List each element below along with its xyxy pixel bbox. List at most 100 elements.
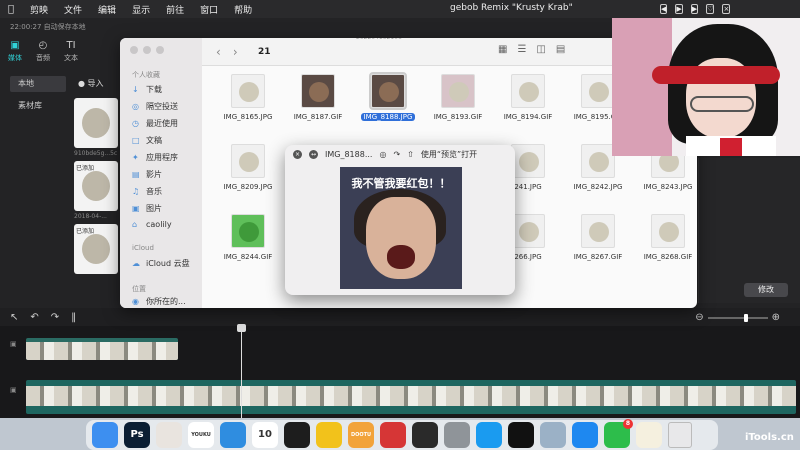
trash-icon[interactable]	[668, 422, 692, 448]
modify-button[interactable]: 修改	[744, 283, 788, 297]
dislike-icon[interactable]: ×	[722, 4, 731, 14]
menu-app[interactable]: 剪映	[30, 3, 48, 16]
watermark: iTools.cn	[745, 432, 794, 443]
split-icon[interactable]: ‖	[71, 312, 76, 323]
sidebar-item-label: 下载	[146, 85, 162, 94]
photoshop-icon[interactable]: Ps	[124, 422, 150, 448]
facetime-icon[interactable]: 8	[604, 419, 633, 448]
media-thumb-caption: 2018-04-...	[74, 213, 107, 220]
share-icon[interactable]: ⇧	[407, 150, 414, 159]
fullscreen-icon[interactable]: ↔	[309, 149, 318, 159]
gallery-view-icon[interactable]: ▤	[556, 44, 565, 55]
menu-bar:  剪映 文件 编辑 显示 前往 窗口 帮助 gebob Remix "Krus…	[0, 0, 800, 18]
minimize-button[interactable]	[143, 46, 151, 54]
sidebar-item-movies[interactable]: ▤ 影片	[132, 169, 162, 180]
back-icon[interactable]: ‹	[216, 45, 221, 59]
airdrop-icon: ◎	[132, 102, 139, 111]
file-item[interactable]: IMG_8193.GIF	[424, 74, 492, 121]
redo-icon[interactable]: ↷	[51, 312, 59, 323]
rotate-icon[interactable]: ↷	[393, 150, 400, 159]
music-note-icon: ♫	[132, 187, 140, 196]
file-item[interactable]: IMG_8187.GIF	[284, 74, 352, 121]
play-icon[interactable]: ▶	[675, 4, 683, 14]
prev-track-icon[interactable]: ◀	[660, 4, 668, 14]
preview-icon[interactable]	[540, 422, 566, 448]
track-lock-icon[interactable]: ▣	[10, 386, 17, 394]
sidebar-item-recents[interactable]: ◷ 最近使用	[132, 118, 178, 129]
file-item[interactable]: IMG_8267.GIF	[564, 214, 632, 261]
finder-icon[interactable]	[92, 422, 118, 448]
overlay-clip[interactable]	[26, 338, 178, 360]
next-track-icon[interactable]: ▶	[690, 4, 699, 14]
zoom-knob[interactable]	[743, 313, 748, 322]
notes-icon[interactable]	[636, 422, 662, 448]
menu-edit[interactable]: 编辑	[98, 3, 116, 16]
menu-help[interactable]: 帮助	[234, 3, 252, 16]
meitu-icon[interactable]	[476, 422, 502, 448]
capcut-icon[interactable]	[508, 422, 534, 448]
tool-text[interactable]: TI 文本	[64, 40, 78, 63]
sidenav-library[interactable]: 素材库	[10, 98, 66, 114]
forward-icon[interactable]: ›	[233, 45, 238, 59]
file-item[interactable]: IMG_8209.JPG	[214, 144, 282, 191]
open-with-button[interactable]: 使用“预览”打开	[421, 149, 477, 160]
tool-media[interactable]: ▣ 媒体	[8, 40, 22, 63]
zoom-button[interactable]	[156, 46, 164, 54]
tool-audio[interactable]: ◴ 音频	[36, 40, 50, 63]
sidebar-item-home[interactable]: ⌂ caolily	[132, 220, 172, 229]
menu-go[interactable]: 前往	[166, 3, 184, 16]
music-icon[interactable]	[316, 422, 342, 448]
main-clip[interactable]	[26, 380, 796, 414]
qq-icon[interactable]	[284, 422, 310, 448]
sidenav-local[interactable]: 本地	[10, 76, 66, 92]
apple-icon[interactable]: 	[8, 4, 14, 15]
appstore-icon[interactable]	[572, 422, 598, 448]
file-name: IMG_8188.JPG	[360, 113, 416, 121]
select-tool-icon[interactable]: ↖	[10, 312, 18, 323]
sidebar-item-icloud-drive[interactable]: ☁ iCloud 云盘	[132, 258, 190, 269]
undo-icon[interactable]: ↶	[30, 312, 38, 323]
file-item[interactable]: IMG_8165.JPG	[214, 74, 282, 121]
zoom-slider[interactable]	[707, 313, 768, 322]
icon-view-icon[interactable]: ▦	[498, 44, 507, 55]
sidebar-item-documents[interactable]: □ 文稿	[132, 135, 162, 146]
heart-icon[interactable]: ♡	[706, 4, 715, 14]
file-thumbnail	[511, 74, 545, 108]
close-button[interactable]	[130, 46, 138, 54]
sidebar-item-airdrop[interactable]: ◎ 隔空投送	[132, 101, 178, 112]
sidebar-item-applications[interactable]: ✦ 应用程序	[132, 152, 178, 163]
column-view-icon[interactable]: ◫	[536, 44, 545, 55]
dootu-icon[interactable]: DOOTU	[348, 422, 374, 448]
sidebar-item-downloads[interactable]: ↓ 下载	[132, 84, 162, 95]
playhead[interactable]	[237, 324, 246, 426]
zoom-out-icon[interactable]: ⊖	[695, 312, 703, 323]
settings-icon[interactable]	[444, 422, 470, 448]
file-item[interactable]: IMG_8244.GIF	[214, 214, 282, 261]
netease-icon[interactable]	[380, 422, 406, 448]
media-thumb[interactable]	[74, 98, 118, 148]
calendar-icon[interactable]: 10	[252, 422, 278, 448]
finalcut-icon[interactable]	[412, 422, 438, 448]
sidebar-item-location[interactable]: ◉ 你所在的...	[132, 296, 186, 307]
file-item[interactable]: IMG_8188.JPG	[354, 72, 422, 122]
sidebar-item-music[interactable]: ♫ 音乐	[132, 186, 162, 197]
safari-icon[interactable]	[220, 422, 246, 448]
file-item[interactable]: IMG_8194.GIF	[494, 74, 562, 121]
file-name: IMG_8194.GIF	[503, 113, 553, 121]
import-label: 导入	[87, 79, 104, 88]
file-item[interactable]: IMG_8268.GIF	[634, 214, 697, 261]
menu-file[interactable]: 文件	[64, 3, 82, 16]
zoom-in-icon[interactable]: ⊕	[772, 312, 780, 323]
launchpad-icon[interactable]	[156, 422, 182, 448]
menu-window[interactable]: 窗口	[200, 3, 218, 16]
track-lock-icon[interactable]: ▣	[10, 340, 17, 348]
menu-view[interactable]: 显示	[132, 3, 150, 16]
markup-icon[interactable]: ◎	[379, 150, 386, 159]
media-thumb[interactable]: 已添加	[74, 224, 118, 274]
close-icon[interactable]: ×	[293, 149, 302, 159]
media-thumb[interactable]: 已添加	[74, 161, 118, 211]
sidebar-item-pictures[interactable]: ▣ 图片	[132, 203, 162, 214]
youku-icon[interactable]: YOUKU	[188, 422, 214, 448]
list-view-icon[interactable]: ☰	[517, 44, 526, 55]
import-button[interactable]: ● 导入	[78, 78, 104, 89]
